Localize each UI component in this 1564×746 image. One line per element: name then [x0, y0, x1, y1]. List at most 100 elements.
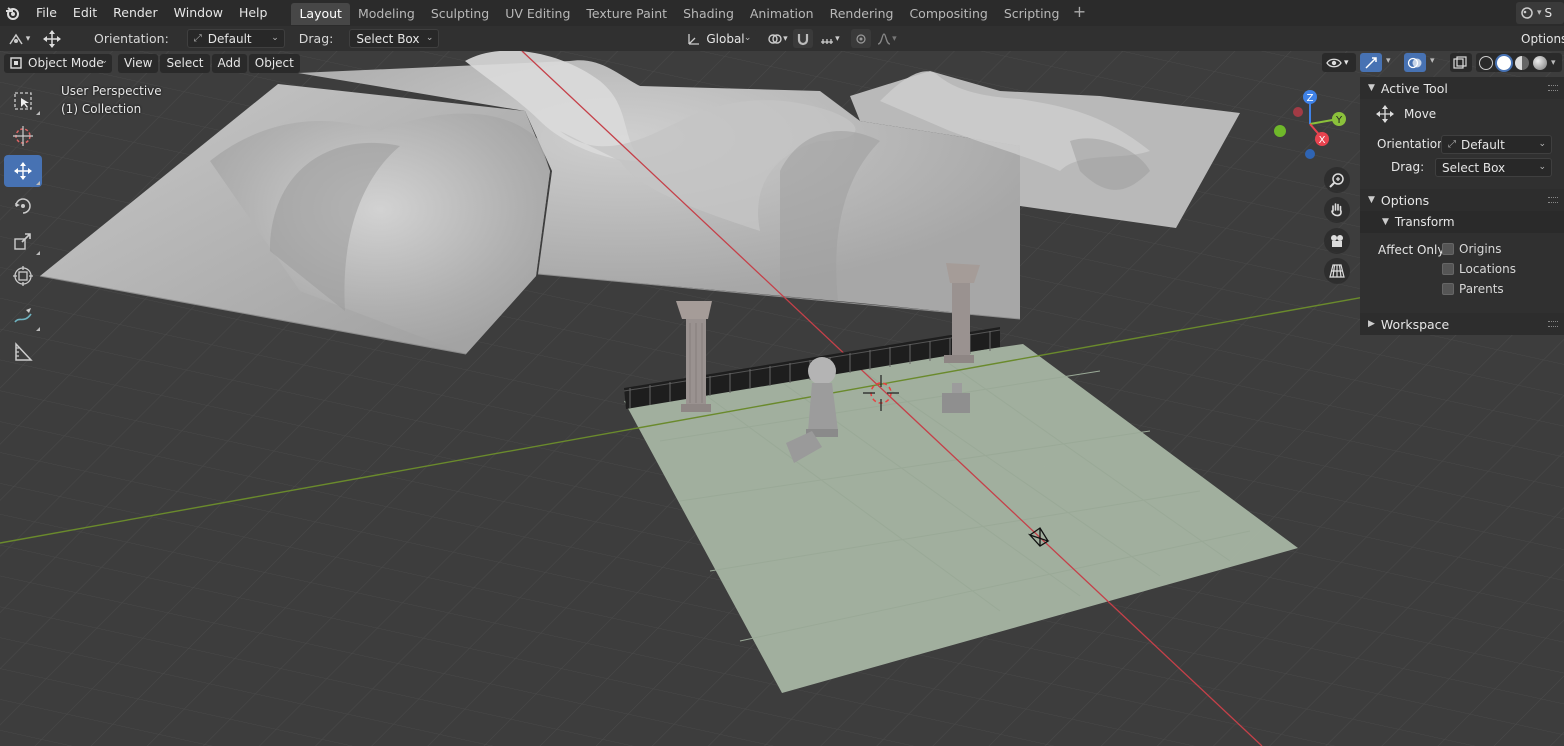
wireframe-shading-icon[interactable] — [1479, 55, 1493, 70]
tool-options-indicator — [36, 111, 40, 115]
rotate-icon — [15, 198, 31, 214]
tab-texture-paint[interactable]: Texture Paint — [578, 3, 675, 25]
chevron-down-icon[interactable]: ▾ — [1386, 56, 1391, 66]
move-tool[interactable] — [4, 155, 42, 187]
add-menu[interactable]: Add — [211, 53, 247, 73]
scene-icon — [1521, 7, 1533, 19]
chevron-down-icon[interactable]: ▾ — [1430, 56, 1435, 66]
select-menu[interactable]: Select — [160, 53, 210, 73]
tab-shading[interactable]: Shading — [675, 3, 742, 25]
scene-selector[interactable]: ▾ S — [1516, 2, 1564, 24]
add-workspace-button[interactable]: + — [1069, 3, 1089, 23]
pan-button[interactable] — [1324, 197, 1350, 223]
object-menu[interactable]: Object — [248, 53, 300, 73]
orientation-dropdown[interactable]: ⤢ Default ⌄ — [186, 29, 285, 48]
falloff-button[interactable]: ▾ — [871, 29, 901, 48]
perspective-toggle-button[interactable] — [1324, 258, 1350, 284]
tab-scripting[interactable]: Scripting — [996, 3, 1068, 25]
camera-icon — [1331, 235, 1343, 247]
tab-modeling[interactable]: Modeling — [350, 3, 423, 25]
menu-help[interactable]: Help — [231, 0, 276, 26]
chevron-down-icon: ▾ — [25, 33, 31, 44]
rendered-shading-icon[interactable] — [1533, 55, 1547, 70]
panel-drag-value: Select Box — [1442, 160, 1506, 175]
tab-uv-editing[interactable]: UV Editing — [497, 3, 578, 25]
orientation-icon: ⤢ — [1448, 139, 1456, 150]
menu-file[interactable]: File — [28, 0, 65, 26]
view-menu[interactable]: View — [118, 53, 159, 73]
tool-options-indicator — [36, 181, 40, 185]
navigation-gizmo[interactable]: Z Y X — [1272, 90, 1352, 170]
gizmo-neg-y-handle[interactable] — [1274, 125, 1286, 137]
gizmo-neg-x-handle[interactable] — [1293, 107, 1303, 117]
chevron-down-icon: ▾ — [835, 33, 840, 44]
overlays-toggle[interactable] — [1404, 53, 1426, 72]
workspace-panel-header[interactable]: ▶ Workspace — [1360, 313, 1564, 335]
menu-window[interactable]: Window — [166, 0, 231, 26]
cursor-tool[interactable] — [4, 120, 42, 152]
panel-orientation-dropdown[interactable]: ⤢ Default ⌄ — [1441, 135, 1552, 154]
affect-parents-option[interactable]: Parents — [1442, 278, 1504, 300]
drag-dropdown[interactable]: Select Box ⌄ — [349, 29, 440, 48]
transform-tool[interactable] — [4, 260, 42, 292]
zoom-icon — [1329, 173, 1344, 188]
measure-icon — [15, 342, 33, 361]
panel-drag-dropdown[interactable]: Select Box ⌄ — [1435, 158, 1552, 177]
camera-view-button[interactable] — [1324, 228, 1350, 254]
gizmo-neg-z-handle[interactable] — [1305, 149, 1315, 159]
editor-type-button[interactable]: ▾ — [4, 29, 34, 48]
locations-checkbox[interactable] — [1442, 263, 1454, 275]
orientation-icon: ⤢ — [193, 33, 202, 44]
snap-target-button[interactable]: ▾ — [815, 29, 843, 48]
select-box-tool[interactable] — [4, 85, 42, 117]
visibility-dropdown[interactable]: ▾ — [1322, 53, 1356, 72]
tab-layout[interactable]: Layout — [291, 3, 350, 25]
origins-checkbox[interactable] — [1442, 243, 1454, 255]
toolbar — [4, 85, 42, 371]
move-icon — [14, 162, 32, 180]
pivot-icon — [768, 33, 782, 44]
drag-grip-icon[interactable] — [1548, 197, 1558, 203]
select-box-icon — [14, 92, 32, 110]
chevron-down-icon: ▾ — [1537, 8, 1542, 18]
tab-animation[interactable]: Animation — [742, 3, 822, 25]
active-tool-title: Active Tool — [1380, 80, 1448, 96]
parents-checkbox[interactable] — [1442, 283, 1454, 295]
snap-toggle[interactable] — [793, 29, 814, 48]
scale-tool[interactable] — [4, 225, 42, 257]
chevron-down-icon: ⌄ — [100, 55, 108, 66]
transform-orientation-dropdown[interactable]: Global ⌄ — [679, 29, 758, 48]
menu-edit[interactable]: Edit — [65, 0, 105, 26]
gizmo-toggle[interactable] — [1360, 53, 1382, 72]
active-tool-indicator[interactable]: Move — [1374, 103, 1436, 125]
options-dropdown[interactable]: Options — [1514, 29, 1564, 48]
annotate-tool[interactable] — [4, 301, 42, 333]
proportional-editing-toggle[interactable] — [851, 29, 872, 48]
panel-orientation-value: Default — [1461, 137, 1505, 152]
affect-origins-option[interactable]: Origins — [1442, 238, 1502, 260]
solid-shading-icon[interactable] — [1497, 55, 1511, 70]
transform-subpanel-header[interactable]: ▼ Transform — [1360, 211, 1564, 233]
zoom-button[interactable] — [1324, 167, 1350, 193]
collapse-triangle-icon: ▼ — [1368, 195, 1375, 205]
options-panel-header[interactable]: ▼ Options — [1360, 189, 1564, 211]
tab-sculpting[interactable]: Sculpting — [423, 3, 497, 25]
pivot-point-button[interactable]: ▾ — [763, 29, 791, 48]
drag-grip-icon[interactable] — [1548, 85, 1558, 91]
active-tool-panel-header[interactable]: ▼ Active Tool — [1360, 77, 1564, 99]
3d-view-icon — [9, 33, 23, 44]
blender-logo-icon[interactable] — [0, 0, 24, 26]
rotate-tool[interactable] — [4, 190, 42, 222]
chevron-down-icon[interactable]: ▾ — [1551, 58, 1556, 68]
gizmo-z-label: Z — [1307, 93, 1314, 104]
affect-locations-option[interactable]: Locations — [1442, 258, 1516, 280]
mode-dropdown[interactable]: Object Mode ⌄ — [4, 53, 112, 73]
menu-render[interactable]: Render — [105, 0, 166, 26]
material-preview-icon[interactable] — [1515, 55, 1529, 70]
tab-compositing[interactable]: Compositing — [901, 3, 995, 25]
tab-rendering[interactable]: Rendering — [822, 3, 902, 25]
measure-tool[interactable] — [4, 336, 42, 368]
drag-grip-icon[interactable] — [1548, 321, 1558, 327]
gizmo-icon — [1365, 56, 1377, 69]
xray-toggle[interactable] — [1450, 53, 1472, 72]
